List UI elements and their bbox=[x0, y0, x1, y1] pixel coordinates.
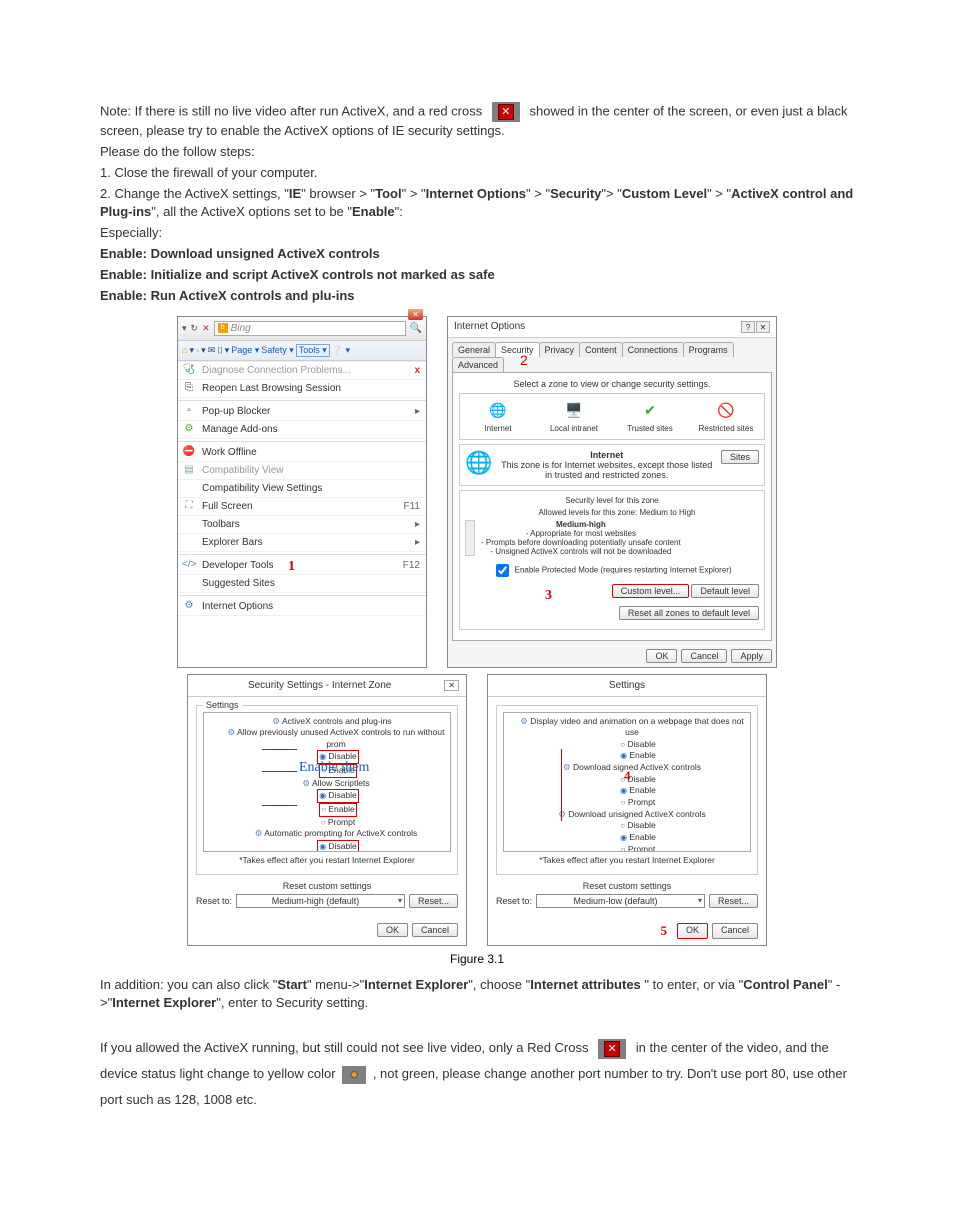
default-level-button[interactable]: Default level bbox=[691, 584, 759, 598]
menu-offline[interactable]: ⛔Work Offline bbox=[178, 444, 426, 462]
mail-icon[interactable]: ✉ bbox=[208, 345, 216, 356]
figure-caption: Figure 3.1 bbox=[100, 952, 854, 966]
enable-them-label: Enable them bbox=[299, 759, 369, 778]
close-icon[interactable]: ✕ bbox=[444, 680, 459, 691]
apply-button[interactable]: Apply bbox=[731, 649, 772, 663]
close-icon[interactable]: ✕ bbox=[756, 321, 770, 333]
bold-line-2: Enable: Initialize and script ActiveX co… bbox=[100, 266, 854, 285]
reset-all-button[interactable]: Reset all zones to default level bbox=[619, 606, 759, 620]
red-cross-icon bbox=[598, 1039, 626, 1059]
ie-tools-menu-panel: ▾ ↻ ✕ b Bing 🔍 ✕ ⌂▾ ▫▾ ✉ ⌷▾ Page ▾ Safet… bbox=[177, 316, 427, 668]
home-icon[interactable]: ⌂ bbox=[182, 345, 187, 355]
menu-compatset[interactable]: Compatibility View Settings bbox=[178, 480, 426, 498]
protected-mode-checkbox[interactable] bbox=[496, 564, 509, 577]
addons-icon: ⚙ bbox=[182, 422, 196, 436]
internet-options-dialog: Internet Options ?✕ General Security Pri… bbox=[447, 316, 777, 668]
reset-button[interactable]: Reset... bbox=[409, 894, 458, 908]
callout-5: 5 bbox=[660, 923, 667, 939]
iopt-icon: ⚙ bbox=[182, 599, 196, 613]
red-cross-icon bbox=[492, 102, 520, 122]
note-paragraph: Note: If there is still no live video af… bbox=[100, 102, 854, 141]
callout-4: 4 bbox=[624, 767, 631, 785]
iopt-tabs: General Security Privacy Content Connect… bbox=[448, 338, 776, 372]
fullscreen-icon: ⛶ bbox=[182, 499, 196, 513]
tab-general[interactable]: General bbox=[452, 342, 496, 357]
ie-toolbar: ⌂▾ ▫▾ ✉ ⌷▾ Page ▾ Safety ▾ Tools ▾ ❔ ▾ bbox=[178, 340, 426, 361]
devtools-icon: </> bbox=[182, 558, 196, 572]
menu-fullscreen[interactable]: ⛶Full ScreenF11 bbox=[178, 498, 426, 516]
sites-button[interactable]: Sites bbox=[721, 450, 759, 464]
especially: Especially: bbox=[100, 224, 854, 243]
step-1: 1. Close the firewall of your computer. bbox=[100, 164, 854, 183]
reset-custom-label: Reset custom settings bbox=[496, 881, 758, 891]
print-icon[interactable]: ⌷ bbox=[217, 345, 222, 356]
ie-search-input[interactable]: b Bing bbox=[214, 321, 406, 336]
menu-toolbars[interactable]: Toolbars▸ bbox=[178, 516, 426, 534]
popup-icon: ▫ bbox=[182, 404, 196, 418]
menu-explorerbars[interactable]: Explorer Bars▸ bbox=[178, 534, 426, 552]
menu-popup[interactable]: ▫Pop-up Blocker▸ bbox=[178, 403, 426, 421]
addendum-paragraph: In addition: you can also click "Start" … bbox=[100, 976, 854, 1014]
ok-button[interactable]: OK bbox=[677, 923, 708, 939]
feeds-icon[interactable]: ▫ bbox=[196, 345, 199, 355]
cancel-button[interactable]: Cancel bbox=[681, 649, 727, 663]
step-2: 2. Change the ActiveX settings, "IE" bro… bbox=[100, 185, 854, 223]
zone-restricted[interactable]: 🚫Restricted sites bbox=[696, 400, 756, 433]
offline-icon: ⛔ bbox=[182, 445, 196, 459]
please-do: Please do the follow steps: bbox=[100, 143, 854, 162]
settings-tree-right[interactable]: Display video and animation on a webpage… bbox=[503, 712, 751, 852]
menu-reopen[interactable]: ⎘Reopen Last Browsing Session bbox=[178, 380, 426, 398]
tab-connections[interactable]: Connections bbox=[622, 342, 684, 357]
menu-addons[interactable]: ⚙Manage Add-ons bbox=[178, 421, 426, 439]
ok-button[interactable]: OK bbox=[377, 923, 408, 937]
reset-custom-label: Reset custom settings bbox=[196, 881, 458, 891]
reopen-icon: ⎘ bbox=[182, 381, 196, 395]
help-icon[interactable]: ? bbox=[741, 321, 755, 333]
menu-internet-options[interactable]: ⚙Internet Options bbox=[178, 598, 426, 616]
security-settings-right: Settings Display video and animation on … bbox=[487, 674, 767, 946]
zone-internet[interactable]: 🌐Internet bbox=[468, 400, 528, 433]
tab-privacy[interactable]: Privacy bbox=[539, 342, 581, 357]
settings-tree[interactable]: ActiveX controls and plug-ins Allow prev… bbox=[203, 712, 451, 852]
tab-programs[interactable]: Programs bbox=[683, 342, 734, 357]
yellow-status-icon bbox=[342, 1066, 366, 1084]
custom-level-button[interactable]: Custom level... bbox=[612, 584, 690, 598]
callout-1: 1 bbox=[288, 559, 295, 575]
tab-security[interactable]: Security bbox=[495, 342, 540, 357]
menu-diagnose[interactable]: 🩺Diagnose Connection Problems...x bbox=[178, 362, 426, 380]
last-paragraph: If you allowed the ActiveX running, but … bbox=[100, 1035, 854, 1113]
tab-content[interactable]: Content bbox=[579, 342, 623, 357]
zone-trusted[interactable]: ✔Trusted sites bbox=[620, 400, 680, 433]
menu-devtools[interactable]: </>Developer ToolsF12 1 bbox=[178, 557, 426, 575]
compat-icon: ▤ bbox=[182, 463, 196, 477]
bing-icon: b bbox=[218, 323, 228, 333]
tab-advanced[interactable]: Advanced bbox=[452, 357, 504, 372]
zone-local[interactable]: 🖥️Local intranet bbox=[544, 400, 604, 433]
menu-compatview[interactable]: ▤Compatibility View bbox=[178, 462, 426, 480]
callout-2: 2 bbox=[520, 352, 528, 368]
select-zone-label: Select a zone to view or change security… bbox=[459, 379, 765, 389]
callout-3: 3 bbox=[545, 588, 552, 604]
menu-suggested[interactable]: Suggested Sites bbox=[178, 575, 426, 593]
ok-button[interactable]: OK bbox=[646, 649, 677, 663]
security-settings-left: Security Settings - Internet Zone✕ Setti… bbox=[187, 674, 467, 946]
bold-line-1: Enable: Download unsigned ActiveX contro… bbox=[100, 245, 854, 264]
reset-level-select[interactable]: Medium-high (default) bbox=[236, 894, 405, 908]
cancel-button[interactable]: Cancel bbox=[712, 923, 758, 939]
iopt-title-text: Internet Options bbox=[454, 321, 525, 332]
globe-icon: 🌐 bbox=[465, 450, 492, 480]
diagnose-icon: 🩺 bbox=[182, 363, 196, 377]
bold-line-3: Enable: Run ActiveX controls and plu-ins bbox=[100, 287, 854, 306]
cancel-button[interactable]: Cancel bbox=[412, 923, 458, 937]
reset-button[interactable]: Reset... bbox=[709, 894, 758, 908]
reset-level-select[interactable]: Medium-low (default) bbox=[536, 894, 705, 908]
